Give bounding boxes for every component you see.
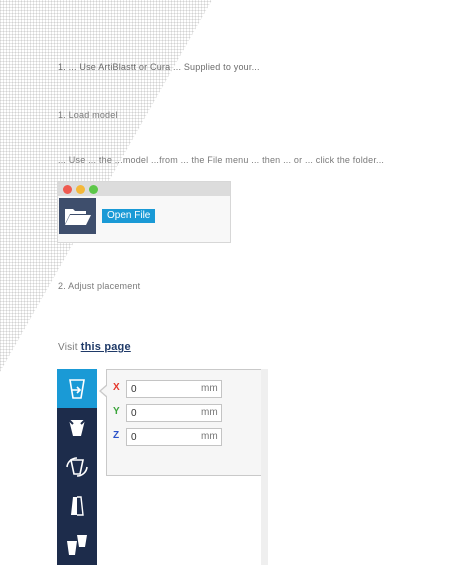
scale-tool-icon: [67, 418, 87, 436]
open-file-tooltip: Open File: [102, 209, 156, 223]
z-unit-label: mm: [201, 431, 218, 442]
visit-line: Visit this page: [58, 341, 131, 353]
open-file-button[interactable]: [59, 198, 96, 234]
step-1-title: 1. Load model: [58, 110, 118, 120]
mirror-tool-button[interactable]: [57, 486, 97, 525]
step-2-title: 2. Adjust placement: [58, 281, 141, 291]
panel-scroll-edge: [261, 369, 268, 565]
window-titlebar: [58, 182, 230, 196]
scale-tool-button[interactable]: [57, 408, 97, 447]
move-tool-button[interactable]: [57, 369, 97, 408]
mirror-tool-icon: [71, 496, 84, 516]
x-axis-label: X: [113, 382, 120, 393]
panel-pointer-inner: [101, 385, 108, 397]
close-dot-icon[interactable]: [63, 185, 72, 194]
rotate-tool-button[interactable]: [57, 447, 97, 486]
per-model-settings-button[interactable]: [57, 525, 97, 564]
page-heading: 1. ... Use ArtiBlastt or Cura ... Suppli…: [58, 62, 260, 72]
open-file-window: Open File: [57, 181, 231, 243]
z-axis-label: Z: [113, 430, 120, 441]
y-axis-label: Y: [113, 406, 120, 417]
zoom-dot-icon[interactable]: [89, 185, 98, 194]
per-model-settings-icon: [67, 535, 87, 555]
minimize-dot-icon[interactable]: [76, 185, 85, 194]
tool-sidebar: [57, 369, 97, 565]
step-1-description: ... Use ... the ...model ...from ... the…: [58, 155, 385, 165]
move-tool-icon: [69, 379, 85, 399]
folder-open-icon: [65, 209, 91, 225]
this-page-link[interactable]: this page: [81, 341, 131, 353]
y-unit-label: mm: [201, 407, 218, 418]
x-unit-label: mm: [201, 383, 218, 394]
rotate-tool-icon: [66, 457, 88, 477]
visit-prefix: Visit: [58, 342, 78, 353]
